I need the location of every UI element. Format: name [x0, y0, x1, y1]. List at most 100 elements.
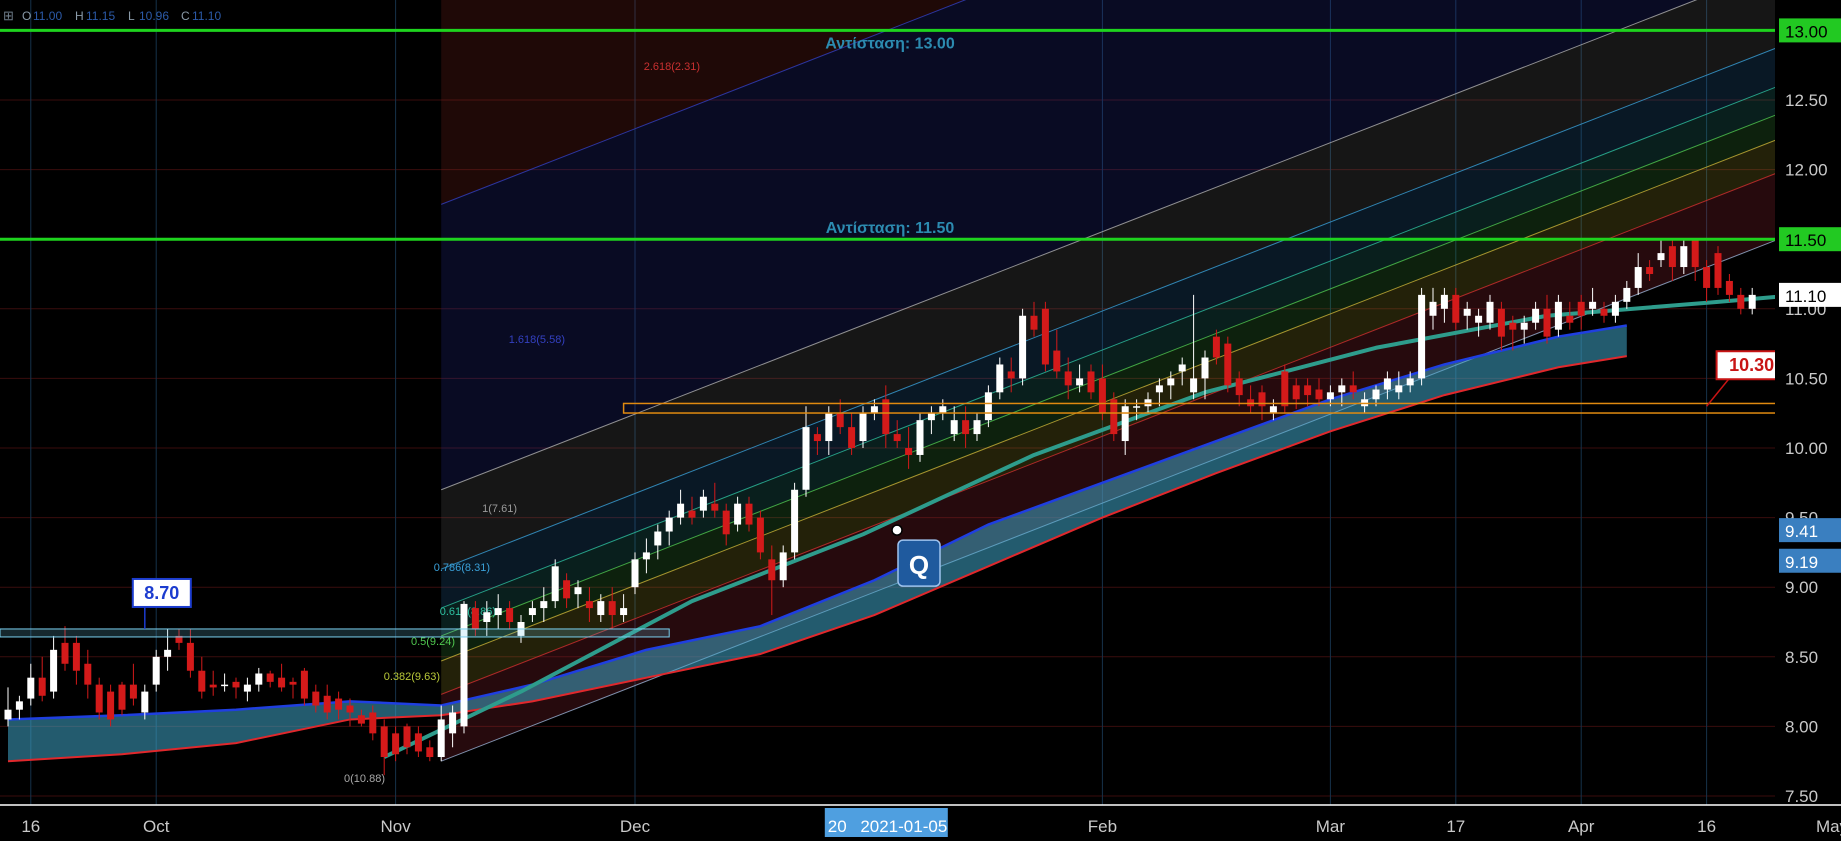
candle [1224, 336, 1232, 393]
x-cursor-prefix: 20 [828, 817, 847, 836]
candle-body [1201, 357, 1209, 379]
ohlc-menu-icon[interactable]: ⊞ [3, 8, 14, 23]
y-tick-label: 12.50 [1785, 91, 1828, 110]
candle-body [107, 691, 115, 720]
candle-body [1019, 315, 1027, 379]
candle-body [483, 612, 491, 622]
candle-body [916, 420, 924, 455]
candle-body [927, 413, 935, 421]
candle-body [335, 698, 343, 710]
candle-body [1429, 301, 1437, 316]
candle-body [95, 684, 103, 713]
candle-body [232, 681, 240, 688]
x-tick-label: 16 [21, 817, 40, 836]
candle-body [1372, 389, 1380, 400]
candle-body [791, 489, 799, 553]
candle [1041, 301, 1049, 372]
candle-body [1098, 378, 1106, 414]
ohlc-value-l: 10.96 [139, 9, 169, 23]
candle-body [1133, 406, 1141, 408]
candle-body [551, 566, 559, 602]
candle-body [1554, 301, 1562, 330]
candle-body [1338, 385, 1346, 393]
candle-body [1543, 308, 1551, 337]
candle-body [813, 434, 821, 442]
candle-body [585, 601, 593, 609]
candle-body [1395, 385, 1403, 393]
candle-body [528, 608, 536, 616]
x-tick-label: Oct [143, 817, 170, 836]
candle-body [84, 663, 92, 685]
x-tick-label: Mar [1316, 817, 1346, 836]
candle-body [471, 608, 479, 629]
candle-body [346, 705, 354, 713]
candle-body [1532, 308, 1540, 323]
candle-body [1463, 308, 1471, 316]
candle-body [1281, 371, 1289, 407]
price-tag-text: 13.00 [1785, 22, 1828, 41]
candle [1281, 364, 1289, 414]
candle [1714, 246, 1722, 295]
candle [1418, 287, 1426, 386]
candle-body [164, 649, 172, 657]
candle-body [1748, 294, 1756, 309]
candle-body [289, 681, 297, 685]
candle-body [1668, 246, 1676, 268]
candle-body [734, 503, 742, 525]
candle-body [186, 642, 194, 671]
x-tick-label: May [1816, 817, 1841, 836]
candle [791, 482, 799, 560]
candle-body [745, 503, 753, 525]
candle-body [1452, 294, 1460, 323]
candle-body [688, 510, 696, 518]
ohlc-label-c: C [181, 9, 190, 23]
candle-body [449, 712, 457, 734]
fib-label: 2.618(2.31) [644, 61, 700, 73]
candle-body [426, 747, 434, 758]
candle-body [278, 677, 286, 688]
candle-body [1167, 378, 1175, 386]
candle [1110, 392, 1118, 442]
ohlc-label-h: H [75, 9, 84, 23]
candle-body [1418, 294, 1426, 379]
candle-body [1304, 385, 1312, 396]
candle-body [1486, 301, 1494, 323]
price-chart[interactable]: 2.618(2.31) 1.618(5.58) 1(7.61) 0.786(8.31)… [0, 0, 1841, 837]
candle-body [756, 517, 764, 553]
candle-body [61, 642, 69, 664]
candle-body [312, 691, 320, 706]
price-tag-text: 9.41 [1785, 522, 1818, 541]
candle-body [494, 608, 502, 616]
candle-body [540, 601, 548, 609]
candle-body [1611, 301, 1619, 316]
candle-body [1566, 315, 1574, 323]
candle-body [1155, 385, 1163, 393]
fib-label: 1.618(5.58) [509, 334, 565, 346]
candle-body [654, 531, 662, 546]
candle-body [825, 413, 833, 442]
y-tick-label: 10.00 [1785, 439, 1828, 458]
candle-body [642, 552, 650, 560]
ohlc-value-o: 11.00 [33, 9, 62, 23]
candle-body [870, 406, 878, 414]
candle-body [1475, 315, 1483, 323]
candle-body [939, 406, 947, 414]
candle-body [1497, 308, 1505, 337]
candle-body [1224, 343, 1232, 386]
candle-body [597, 601, 605, 616]
candle-body [1349, 385, 1357, 393]
candle-body [608, 601, 616, 616]
candle-body [1292, 385, 1300, 400]
candle-body [1235, 378, 1243, 396]
candle-body [1064, 371, 1072, 386]
chart-window[interactable]: 2.618(2.31) 1.618(5.58) 1(7.61) 0.786(8.31)… [0, 0, 1841, 837]
candle-body [437, 719, 445, 758]
ohlc-value-c: 11.10 [192, 9, 221, 23]
ohlc-label-l: L [128, 9, 135, 23]
candle-body [711, 503, 719, 511]
candle-body [836, 413, 844, 428]
candle-body [380, 726, 388, 758]
candle-body [72, 642, 80, 671]
candle-body [1406, 378, 1414, 386]
candle-body [893, 434, 901, 442]
